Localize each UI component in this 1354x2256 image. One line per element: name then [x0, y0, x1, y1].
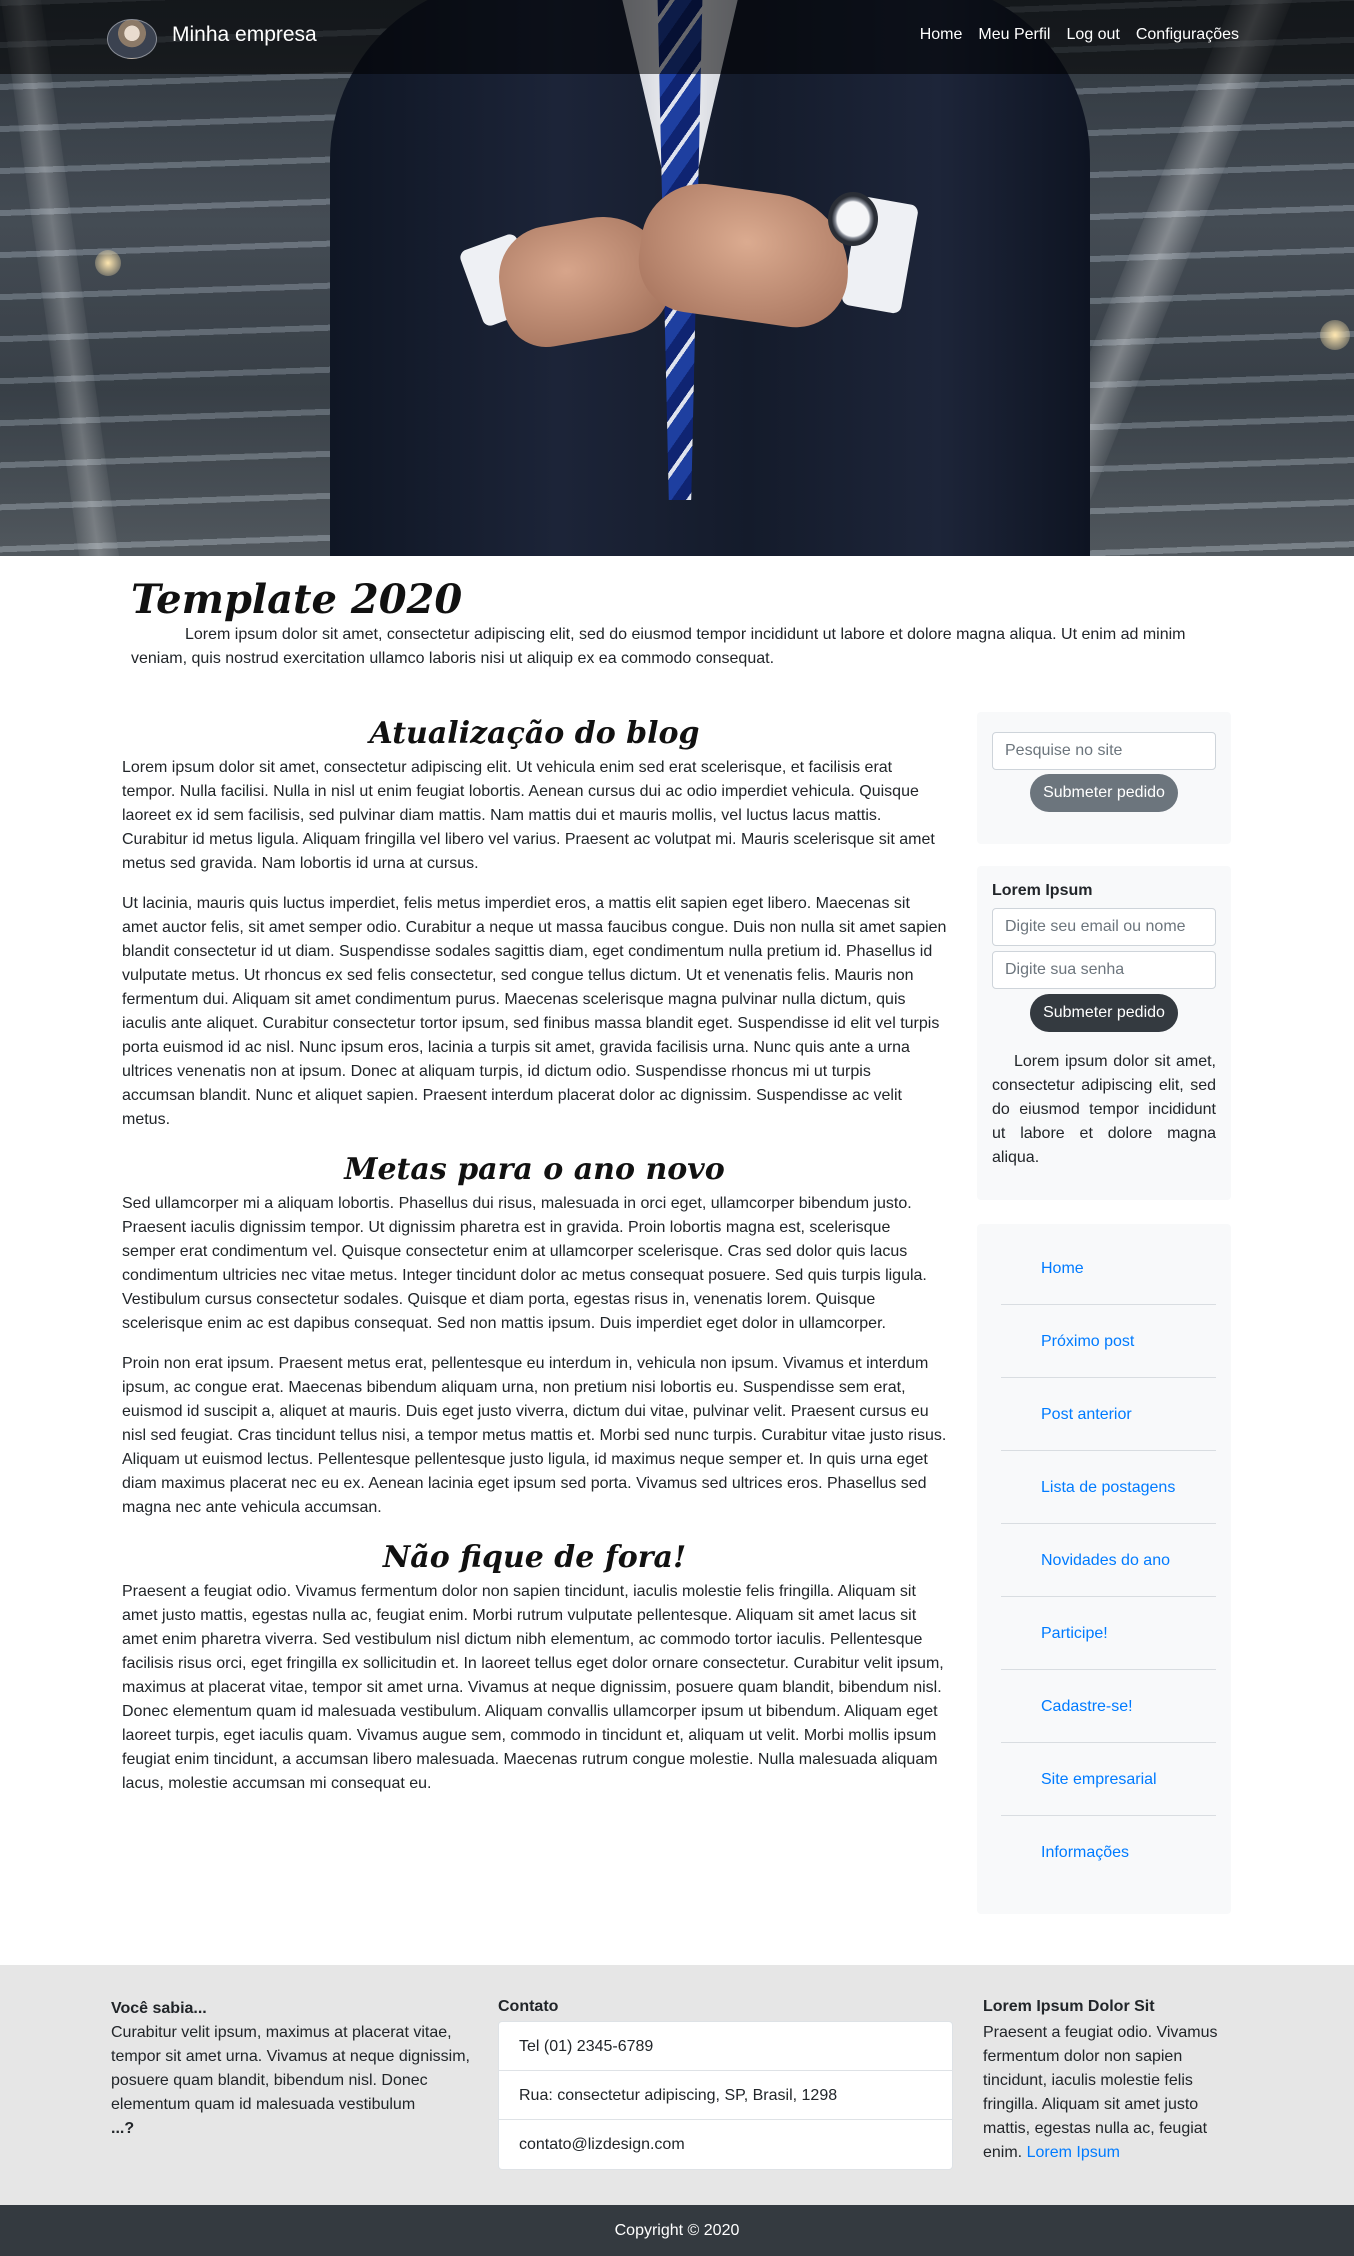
search-card: Submeter pedido — [977, 712, 1231, 844]
page-title: Template 2020 — [131, 576, 463, 623]
contact-phone: Tel (01) 2345-6789 — [499, 2022, 952, 2071]
did-you-know-title: Você sabia... — [111, 2000, 207, 2017]
intro-text: Lorem ipsum dolor sit amet, consectetur … — [131, 626, 1186, 667]
login-title: Lorem Ipsum — [992, 882, 1093, 899]
footer-about: Lorem Ipsum Dolor Sit Praesent a feugiat… — [983, 1997, 1228, 2165]
copyright: Copyright © 2020 — [0, 2205, 1354, 2256]
sidebar-links: Home Próximo post Post anterior Lista de… — [977, 1224, 1231, 1914]
about-text: Praesent a feugiat odio. Vivamus ferment… — [983, 2024, 1218, 2161]
hero-image — [0, 0, 1354, 556]
nav-link-settings[interactable]: Configurações — [1136, 26, 1239, 44]
contact-address: Rua: consectetur adipiscing, SP, Brasil,… — [499, 2071, 952, 2120]
hero-light-left — [95, 250, 121, 276]
sidebar-link-info[interactable]: Informações — [1001, 1816, 1216, 1889]
did-you-know-ending: ...? — [111, 2120, 135, 2137]
blog-content: Atualização do blog Lorem ipsum dolor si… — [122, 712, 947, 1812]
paragraph: Ut lacinia, mauris quis luctus imperdiet… — [122, 895, 947, 1128]
search-submit-button[interactable]: Submeter pedido — [1030, 774, 1178, 812]
paragraph: Sed ullamcorper mi a aliquam lobortis. P… — [122, 1195, 927, 1332]
footer-contact: Contato Tel (01) 2345-6789 Rua: consecte… — [498, 1997, 953, 2170]
password-field[interactable] — [992, 951, 1216, 989]
login-submit-button[interactable]: Submeter pedido — [1030, 994, 1178, 1032]
section-title: Não fique de fora! — [382, 1540, 687, 1575]
nav-link-home[interactable]: Home — [920, 26, 963, 44]
sidebar-link-participate[interactable]: Participe! — [1001, 1597, 1216, 1670]
email-field[interactable] — [992, 908, 1216, 946]
sidebar-link-next-post[interactable]: Próximo post — [1001, 1305, 1216, 1378]
contact-title: Contato — [498, 1998, 559, 2015]
sidebar-link-signup[interactable]: Cadastre-se! — [1001, 1670, 1216, 1743]
login-card: Lorem Ipsum Submeter pedido Lorem ipsum … — [977, 866, 1231, 1200]
nav-links: Home Meu Perfil Log out Configurações — [920, 26, 1239, 44]
paragraph: Proin non erat ipsum. Praesent metus era… — [122, 1355, 947, 1516]
paragraph: Lorem ipsum dolor sit amet, consectetur … — [122, 759, 935, 872]
brand-logo[interactable] — [107, 19, 157, 59]
contact-list: Tel (01) 2345-6789 Rua: consectetur adip… — [498, 2021, 953, 2170]
paragraph: Praesent a feugiat odio. Vivamus ferment… — [122, 1583, 944, 1792]
sidebar-link-post-list[interactable]: Lista de postagens — [1001, 1451, 1216, 1524]
sidebar-link-company-site[interactable]: Site empresarial — [1001, 1743, 1216, 1816]
search-input[interactable] — [992, 732, 1216, 770]
footer-did-you-know: Você sabia... Curabitur velit ipsum, max… — [111, 1997, 471, 2141]
hero-watch — [828, 192, 878, 246]
section-title: Atualização do blog — [369, 716, 700, 751]
about-link[interactable]: Lorem Ipsum — [1027, 2144, 1120, 2161]
hero-light-right — [1320, 320, 1350, 350]
contact-email: contato@lizdesign.com — [519, 2136, 685, 2153]
nav-link-profile[interactable]: Meu Perfil — [978, 26, 1050, 44]
about-title: Lorem Ipsum Dolor Sit — [983, 1998, 1155, 2015]
brand-name[interactable]: Minha empresa — [172, 23, 317, 47]
sidebar-link-previous-post[interactable]: Post anterior — [1001, 1378, 1216, 1451]
sidebar-link-home[interactable]: Home — [1001, 1232, 1216, 1305]
login-text: Lorem ipsum dolor sit amet, consectetur … — [992, 1053, 1216, 1166]
footer: Você sabia... Curabitur velit ipsum, max… — [0, 1965, 1354, 2205]
sidebar-link-news[interactable]: Novidades do ano — [1001, 1524, 1216, 1597]
navbar: Minha empresa Home Meu Perfil Log out Co… — [0, 0, 1354, 74]
nav-link-logout[interactable]: Log out — [1066, 26, 1119, 44]
section-title: Metas para o ano novo — [344, 1152, 725, 1187]
did-you-know-text: Curabitur velit ipsum, maximus at placer… — [111, 2024, 470, 2113]
